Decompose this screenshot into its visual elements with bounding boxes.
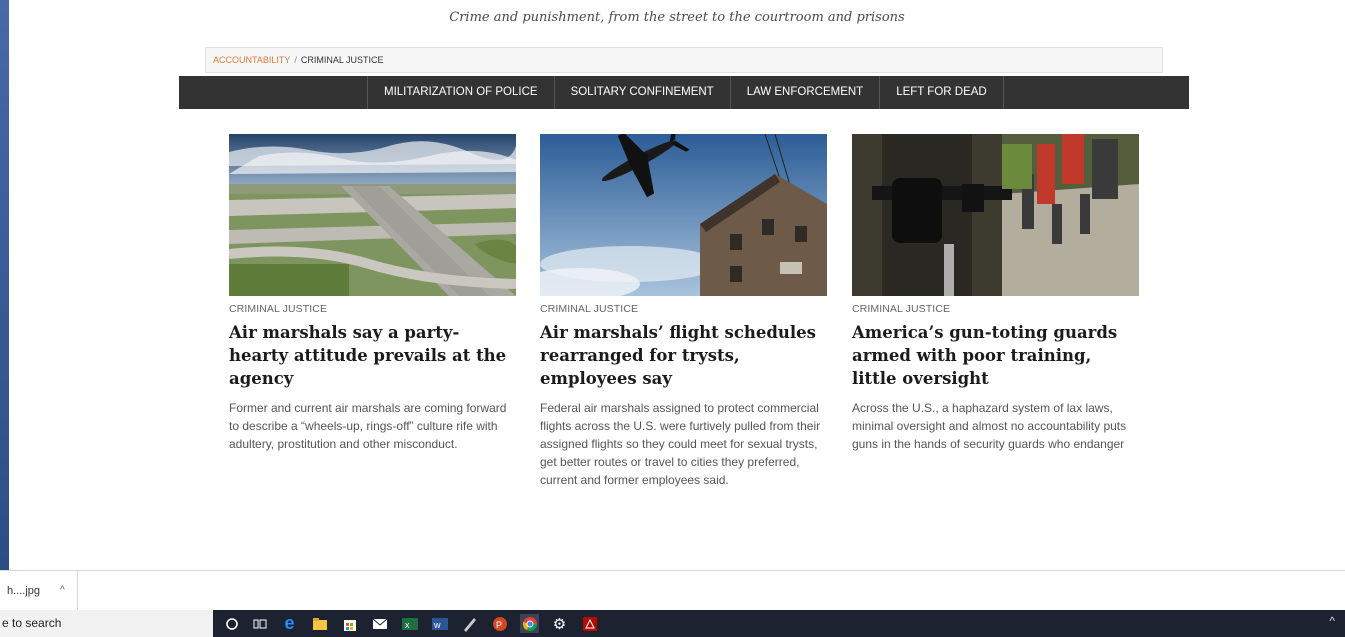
powerpoint-icon[interactable]: P bbox=[490, 614, 509, 633]
windows-taskbar: e to search e x w P ⚙ ^ bbox=[0, 610, 1345, 637]
article-summary: Federal air marshals assigned to protect… bbox=[540, 401, 821, 487]
breadcrumb-current: CRIMINAL JUSTICE bbox=[300, 55, 384, 65]
download-menu-chevron-icon[interactable]: ^ bbox=[60, 571, 65, 611]
article-card: CRIMINAL JUSTICE Air marshals’ flight sc… bbox=[540, 134, 827, 489]
nav-item-law-enforcement[interactable]: LAW ENFORCEMENT bbox=[729, 76, 880, 109]
desktop-frame-left bbox=[0, 0, 9, 610]
taskbar-search-box[interactable]: e to search bbox=[0, 610, 213, 637]
airport-runway-photo[interactable] bbox=[229, 134, 516, 296]
excel-icon[interactable]: x bbox=[400, 614, 419, 633]
article-headline-link[interactable]: Air marshals say a party-hearty attitude… bbox=[229, 321, 516, 390]
article-card: CRIMINAL JUSTICE Air marshals say a part… bbox=[229, 134, 516, 453]
downloads-bar: h....jpg ^ bbox=[0, 570, 1345, 610]
web-page: Crime and punishment, from the street to… bbox=[9, 0, 1345, 570]
svg-text:P: P bbox=[496, 620, 502, 630]
nav-item-militarization-of-police[interactable]: MILITARIZATION OF POLICE bbox=[367, 76, 554, 109]
article-category: CRIMINAL JUSTICE bbox=[229, 303, 328, 315]
nav-item-left-for-dead[interactable]: LEFT FOR DEAD bbox=[879, 76, 1004, 109]
breadcrumb-home-link[interactable]: ACCOUNTABILITY bbox=[213, 55, 290, 65]
acrobat-icon[interactable] bbox=[580, 614, 599, 633]
snipping-icon[interactable] bbox=[460, 614, 479, 633]
breadcrumb: ACCOUNTABILITY / CRIMINAL JUSTICE bbox=[205, 47, 1163, 73]
store-icon[interactable] bbox=[340, 614, 359, 633]
edge-icon[interactable]: e bbox=[280, 613, 299, 633]
breadcrumb-separator: / bbox=[294, 55, 297, 65]
system-tray-chevron-icon[interactable]: ^ bbox=[1329, 614, 1335, 628]
site-tagline: Crime and punishment, from the street to… bbox=[449, 10, 905, 25]
svg-text:w: w bbox=[433, 620, 441, 630]
svg-text:x: x bbox=[405, 620, 410, 630]
download-item[interactable]: h....jpg ^ bbox=[7, 571, 78, 610]
article-summary: Former and current air marshals are comi… bbox=[229, 401, 507, 451]
mail-icon[interactable] bbox=[370, 614, 389, 633]
security-guard-holster-photo[interactable] bbox=[852, 134, 1139, 296]
chrome-icon[interactable] bbox=[520, 614, 539, 633]
section-nav-bar: MILITARIZATION OF POLICE SOLITARY CONFIN… bbox=[179, 76, 1189, 109]
word-icon[interactable]: w bbox=[430, 614, 449, 633]
article-category: CRIMINAL JUSTICE bbox=[540, 303, 639, 315]
article-headline-link[interactable]: Air marshals’ flight schedules rearrange… bbox=[540, 321, 827, 390]
article-summary: Across the U.S., a haphazard system of l… bbox=[852, 401, 1127, 451]
article-headline-link[interactable]: America’s gun-toting guards armed with p… bbox=[852, 321, 1139, 390]
airplane-over-building-photo[interactable] bbox=[540, 134, 827, 296]
download-file-name: h....jpg bbox=[7, 585, 41, 597]
cortana-icon[interactable] bbox=[222, 614, 241, 633]
nav-item-solitary-confinement[interactable]: SOLITARY CONFINEMENT bbox=[553, 76, 730, 109]
file-explorer-icon[interactable] bbox=[310, 614, 329, 633]
settings-gear-icon[interactable]: ⚙ bbox=[550, 614, 569, 633]
article-card: CRIMINAL JUSTICE America’s gun-toting gu… bbox=[852, 134, 1139, 453]
task-view-icon[interactable] bbox=[250, 614, 269, 633]
article-category: CRIMINAL JUSTICE bbox=[852, 303, 951, 315]
